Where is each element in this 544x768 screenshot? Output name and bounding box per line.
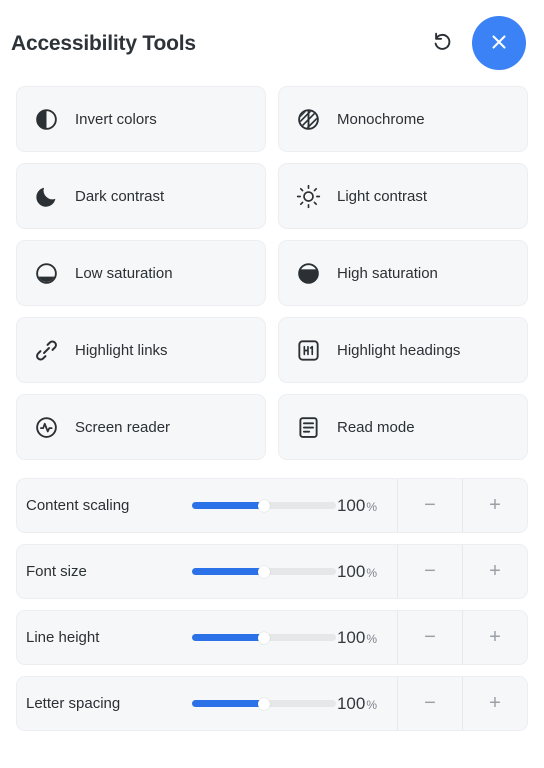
toggle-label: Read mode bbox=[337, 418, 415, 436]
reset-arrow-icon bbox=[431, 30, 455, 57]
heading-h1-icon bbox=[295, 337, 321, 363]
slider-value: 100% bbox=[336, 629, 397, 647]
page-title: Accessibility Tools bbox=[11, 31, 196, 55]
toggle-screen-reader[interactable]: Screen reader bbox=[16, 394, 266, 460]
slider-row-content-scaling: Content scaling 100% − + bbox=[16, 478, 528, 533]
read-mode-icon bbox=[295, 414, 321, 440]
toggle-invert-colors[interactable]: Invert colors bbox=[16, 86, 266, 152]
toggle-monochrome[interactable]: Monochrome bbox=[278, 86, 528, 152]
toggle-high-saturation[interactable]: High saturation bbox=[278, 240, 528, 306]
toggle-label: Screen reader bbox=[75, 418, 171, 436]
close-button[interactable] bbox=[472, 16, 526, 70]
slider-value: 100% bbox=[336, 695, 397, 713]
content-scaling-slider[interactable] bbox=[192, 495, 336, 517]
toggle-label: Light contrast bbox=[337, 187, 428, 205]
slider-main: Font size 100% bbox=[17, 545, 397, 598]
toggle-label: High saturation bbox=[337, 264, 438, 282]
font-size-slider[interactable] bbox=[192, 561, 336, 583]
slider-main: Line height 100% bbox=[17, 611, 397, 664]
high-saturation-icon bbox=[295, 260, 321, 286]
sun-icon bbox=[295, 183, 321, 209]
slider-value-number: 100 bbox=[336, 627, 366, 647]
slider-value-number: 100 bbox=[336, 495, 366, 515]
content-scaling-decrease-button[interactable]: − bbox=[397, 479, 462, 532]
slider-row-font-size: Font size 100% − + bbox=[16, 544, 528, 599]
slider-thumb[interactable] bbox=[258, 499, 270, 512]
toggle-label: Highlight links bbox=[75, 341, 168, 359]
accessibility-toggle-grid: Invert colors Monochrome Dark contrast L… bbox=[0, 86, 544, 460]
invert-colors-icon bbox=[33, 106, 59, 132]
font-size-increase-button[interactable]: + bbox=[462, 545, 527, 598]
low-saturation-icon bbox=[33, 260, 59, 286]
font-size-decrease-button[interactable]: − bbox=[397, 545, 462, 598]
toggle-highlight-headings[interactable]: Highlight headings bbox=[278, 317, 528, 383]
line-height-slider[interactable] bbox=[192, 627, 336, 649]
slider-value-unit: % bbox=[366, 565, 377, 580]
toggle-label: Invert colors bbox=[75, 110, 157, 128]
slider-fill bbox=[192, 700, 264, 707]
slider-fill bbox=[192, 634, 264, 641]
slider-value-number: 100 bbox=[336, 693, 366, 713]
slider-main: Letter spacing 100% bbox=[17, 677, 397, 730]
slider-value-number: 100 bbox=[336, 561, 366, 581]
line-height-increase-button[interactable]: + bbox=[462, 611, 527, 664]
line-height-decrease-button[interactable]: − bbox=[397, 611, 462, 664]
close-icon bbox=[488, 31, 510, 56]
accessibility-tools-panel: Accessibility Tools Invert colors Monoch… bbox=[0, 0, 544, 768]
toggle-low-saturation[interactable]: Low saturation bbox=[16, 240, 266, 306]
slider-label: Font size bbox=[26, 563, 87, 580]
slider-label: Letter spacing bbox=[26, 695, 121, 712]
slider-main: Content scaling 100% bbox=[17, 479, 397, 532]
slider-thumb[interactable] bbox=[258, 697, 270, 710]
toggle-read-mode[interactable]: Read mode bbox=[278, 394, 528, 460]
slider-fill bbox=[192, 568, 264, 575]
panel-header: Accessibility Tools bbox=[0, 0, 544, 86]
letter-spacing-increase-button[interactable]: + bbox=[462, 677, 527, 730]
toggle-dark-contrast[interactable]: Dark contrast bbox=[16, 163, 266, 229]
header-actions bbox=[428, 16, 526, 70]
toggle-highlight-links[interactable]: Highlight links bbox=[16, 317, 266, 383]
link-icon bbox=[33, 337, 59, 363]
slider-row-line-height: Line height 100% − + bbox=[16, 610, 528, 665]
slider-value-unit: % bbox=[366, 697, 377, 712]
toggle-light-contrast[interactable]: Light contrast bbox=[278, 163, 528, 229]
content-scaling-increase-button[interactable]: + bbox=[462, 479, 527, 532]
letter-spacing-slider[interactable] bbox=[192, 693, 336, 715]
slider-row-letter-spacing: Letter spacing 100% − + bbox=[16, 676, 528, 731]
slider-fill bbox=[192, 502, 264, 509]
toggle-label: Low saturation bbox=[75, 264, 173, 282]
slider-thumb[interactable] bbox=[258, 631, 270, 644]
slider-value: 100% bbox=[336, 563, 397, 581]
reset-button[interactable] bbox=[428, 28, 458, 58]
slider-list: Content scaling 100% − + Font size 100% … bbox=[0, 460, 544, 731]
slider-value-unit: % bbox=[366, 631, 377, 646]
slider-thumb[interactable] bbox=[258, 565, 270, 578]
screen-reader-icon bbox=[33, 414, 59, 440]
moon-icon bbox=[33, 183, 59, 209]
slider-label: Content scaling bbox=[26, 497, 130, 514]
toggle-label: Highlight headings bbox=[337, 341, 461, 359]
slider-value: 100% bbox=[336, 497, 397, 515]
slider-label: Line height bbox=[26, 629, 100, 646]
letter-spacing-decrease-button[interactable]: − bbox=[397, 677, 462, 730]
toggle-label: Monochrome bbox=[337, 110, 425, 128]
slider-value-unit: % bbox=[366, 499, 377, 514]
toggle-label: Dark contrast bbox=[75, 187, 165, 205]
monochrome-icon bbox=[295, 106, 321, 132]
